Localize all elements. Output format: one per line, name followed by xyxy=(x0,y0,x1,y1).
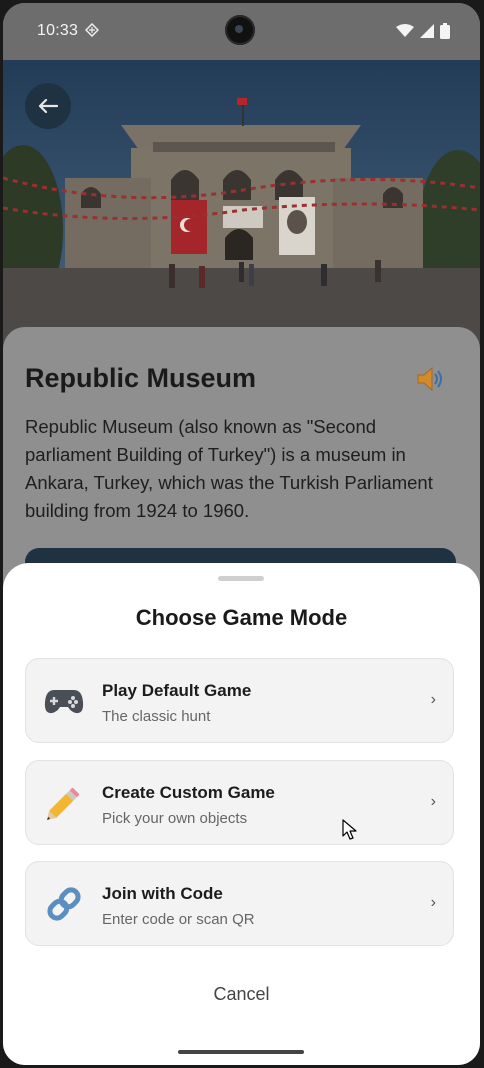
speaker-button[interactable] xyxy=(415,365,445,398)
option-play-default-game[interactable]: Play Default Game The classic hunt › xyxy=(25,658,454,743)
phone-screen: 10:33 Republic Museum Republic Museum (a… xyxy=(3,3,480,1065)
chevron-right-icon: › xyxy=(430,894,436,911)
option-label: Create Custom Game xyxy=(102,783,275,802)
status-time: 10:33 xyxy=(37,22,79,39)
option-label: Play Default Game xyxy=(102,681,252,700)
status-bar: 10:33 xyxy=(3,3,480,60)
front-camera xyxy=(225,15,255,45)
wifi-icon xyxy=(396,24,414,37)
speaker-icon xyxy=(417,366,442,392)
arrow-left-icon xyxy=(38,99,58,113)
museum-description: Republic Museum (also known as "Second p… xyxy=(25,416,433,521)
cancel-button[interactable]: Cancel xyxy=(3,984,480,1005)
system-icons xyxy=(396,23,450,39)
back-button[interactable] xyxy=(25,83,71,129)
cellular-icon xyxy=(420,24,434,38)
chevron-right-icon: › xyxy=(430,793,436,810)
chevron-right-icon: › xyxy=(430,691,436,708)
museum-title: Republic Museum xyxy=(25,363,257,393)
game-mode-bottom-sheet: Choose Game Mode Play Default Game The c… xyxy=(3,563,480,1065)
notification-icon xyxy=(85,23,99,37)
link-icon xyxy=(44,884,84,924)
option-join-with-code[interactable]: Join with Code Enter code or scan QR › xyxy=(25,861,454,946)
pencil-icon xyxy=(44,783,84,823)
option-subtitle: The classic hunt xyxy=(102,708,211,725)
museum-hero-image xyxy=(3,60,480,350)
option-label: Join with Code xyxy=(102,884,223,903)
sheet-title: Choose Game Mode xyxy=(135,605,348,630)
battery-icon xyxy=(440,23,450,39)
sheet-drag-handle[interactable] xyxy=(218,576,264,581)
mouse-cursor-icon xyxy=(342,819,357,840)
gesture-home-bar[interactable] xyxy=(178,1050,304,1054)
game-controller-icon xyxy=(44,681,84,721)
option-subtitle: Pick your own objects xyxy=(102,810,248,827)
option-subtitle: Enter code or scan QR xyxy=(102,911,255,928)
option-create-custom-game[interactable]: Create Custom Game Pick your own objects… xyxy=(25,760,454,845)
